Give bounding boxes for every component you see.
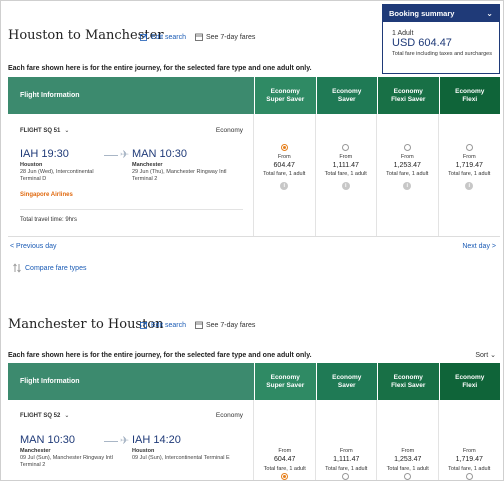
inbound-fare-values: From 604.47 Total fare, 1 adult From 1,1… bbox=[254, 446, 500, 480]
arrival-time: MAN 10:30 bbox=[132, 148, 188, 160]
header-economy-flexi-saver: Economy Flexi Saver bbox=[377, 77, 439, 114]
fare-price: 1,111.47 bbox=[332, 162, 359, 169]
info-icon[interactable]: i bbox=[280, 182, 289, 190]
fare-option[interactable]: From 1,253.47 Total fare, 1 adult i bbox=[377, 114, 439, 236]
arrival-time: IAH 14:20 bbox=[132, 434, 181, 446]
fare-option[interactable]: From 1,719.47 Total fare, 1 adult i bbox=[439, 114, 501, 236]
compare-icon bbox=[13, 263, 21, 273]
cabin-class: Economy bbox=[215, 127, 243, 134]
header-flight-information: Flight Information bbox=[8, 77, 254, 114]
outbound-fare-table: Flight Information Economy Super Saver E… bbox=[8, 77, 500, 237]
fare-radio[interactable] bbox=[465, 144, 473, 151]
arrival-city: Houston bbox=[132, 448, 155, 454]
departure-time: MAN 10:30 bbox=[20, 434, 76, 446]
compare-fare-types-link[interactable]: Compare fare types bbox=[13, 263, 86, 273]
airline-name: Singapore Airlines bbox=[20, 192, 73, 198]
cabin-class: Economy bbox=[215, 412, 243, 419]
flight-number-toggle[interactable]: FLIGHT SQ 51 ⌄ bbox=[20, 127, 69, 134]
header-economy-flexi: Economy Flexi bbox=[438, 363, 500, 400]
departure-city: Manchester bbox=[20, 448, 51, 454]
arrival-city: Manchester bbox=[132, 162, 163, 168]
departure-city: Houston bbox=[20, 162, 43, 168]
departure-detail: 09 Jul (Sun), Manchester Ringway Intl Te… bbox=[20, 455, 113, 468]
flight-number-toggle[interactable]: FLIGHT SQ 52 ⌄ bbox=[20, 412, 69, 419]
table-header: Flight Information Economy Super Saver E… bbox=[8, 77, 500, 114]
divider bbox=[20, 209, 243, 210]
edit-icon bbox=[140, 33, 148, 41]
chevron-down-icon[interactable]: ⌄ bbox=[486, 9, 493, 18]
summary-note: Total fare including taxes and surcharge… bbox=[392, 51, 492, 57]
fare-price: 1,719.47 bbox=[455, 162, 483, 169]
fare-price: 1,111.47 bbox=[333, 456, 360, 463]
booking-summary[interactable]: Booking summary ⌄ 1 Adult USD 604.47 Tot… bbox=[382, 4, 500, 74]
edit-icon bbox=[140, 321, 148, 329]
booking-summary-title: Booking summary bbox=[389, 9, 455, 18]
header-flight-information: Flight Information bbox=[8, 363, 254, 400]
fare-price: 1,719.47 bbox=[455, 456, 483, 463]
page: Booking summary ⌄ 1 Adult USD 604.47 Tot… bbox=[0, 0, 504, 481]
flight-info: FLIGHT SQ 52 ⌄ Economy MAN 10:30 Manchest… bbox=[8, 400, 254, 480]
inbound-fare-note: Each fare shown here is for the entire j… bbox=[8, 352, 312, 359]
plane-icon: ✈ bbox=[104, 434, 129, 447]
header-economy-saver: Economy Saver bbox=[315, 77, 377, 114]
arrival-detail: 09 Jul (Sun), Intercontinental Terminal … bbox=[132, 455, 230, 461]
inbound-edit-search-link[interactable]: Edit search bbox=[140, 321, 186, 329]
fare-option[interactable]: From 604.47 Total fare, 1 adult i bbox=[254, 114, 316, 236]
fare-radio[interactable] bbox=[280, 144, 288, 151]
chevron-down-icon: ⌄ bbox=[64, 128, 70, 134]
next-day-link[interactable]: Next day > bbox=[462, 243, 496, 250]
inbound-7day-fares-link[interactable]: See 7-day fares bbox=[195, 321, 255, 329]
header-economy-super-saver: Economy Super Saver bbox=[254, 363, 316, 400]
flight-row: FLIGHT SQ 51 ⌄ Economy IAH 19:30 Houston … bbox=[8, 114, 500, 237]
previous-day-link[interactable]: < Previous day bbox=[10, 243, 57, 250]
fare-radio[interactable] bbox=[342, 144, 350, 151]
sort-dropdown[interactable]: Sort ⌄ bbox=[475, 351, 496, 359]
flight-info: FLIGHT SQ 51 ⌄ Economy IAH 19:30 Houston … bbox=[8, 114, 254, 236]
header-economy-flexi-saver: Economy Flexi Saver bbox=[377, 363, 439, 400]
arrival-detail: 29 Jun (Thu), Manchester Ringway Intl Te… bbox=[132, 169, 227, 182]
calendar-icon bbox=[195, 33, 203, 41]
header-economy-flexi: Economy Flexi bbox=[438, 77, 500, 114]
calendar-icon bbox=[195, 321, 203, 329]
info-icon[interactable]: i bbox=[341, 182, 350, 190]
departure-detail: 28 Jun (Wed), Intercontinental Terminal … bbox=[20, 169, 94, 182]
total-travel-time: Total travel time: 9hrs bbox=[20, 217, 78, 223]
fare-price: 604.47 bbox=[273, 162, 295, 169]
summary-adults: 1 Adult bbox=[392, 30, 414, 37]
header-economy-super-saver: Economy Super Saver bbox=[254, 77, 316, 114]
chevron-down-icon: ⌄ bbox=[64, 413, 70, 419]
info-icon[interactable]: i bbox=[465, 182, 474, 190]
fare-price: 1,253.47 bbox=[393, 162, 421, 169]
info-icon[interactable]: i bbox=[403, 182, 412, 190]
table-header: Flight Information Economy Super Saver E… bbox=[8, 363, 500, 400]
departure-time: IAH 19:30 bbox=[20, 148, 69, 160]
fare-price: 1,253.47 bbox=[394, 456, 422, 463]
fare-option[interactable]: From 1,111.47 Total fare, 1 adult i bbox=[316, 114, 377, 236]
summary-price: USD 604.47 bbox=[392, 37, 452, 49]
plane-icon: ✈ bbox=[104, 148, 129, 161]
outbound-7day-fares-link[interactable]: See 7-day fares bbox=[195, 33, 255, 41]
chevron-down-icon: ⌄ bbox=[490, 352, 496, 359]
fare-price: 604.47 bbox=[274, 456, 296, 463]
header-economy-saver: Economy Saver bbox=[315, 363, 377, 400]
outbound-fare-note: Each fare shown here is for the entire j… bbox=[8, 65, 312, 72]
fare-radio[interactable] bbox=[403, 144, 411, 151]
outbound-edit-search-link[interactable]: Edit search bbox=[140, 33, 186, 41]
